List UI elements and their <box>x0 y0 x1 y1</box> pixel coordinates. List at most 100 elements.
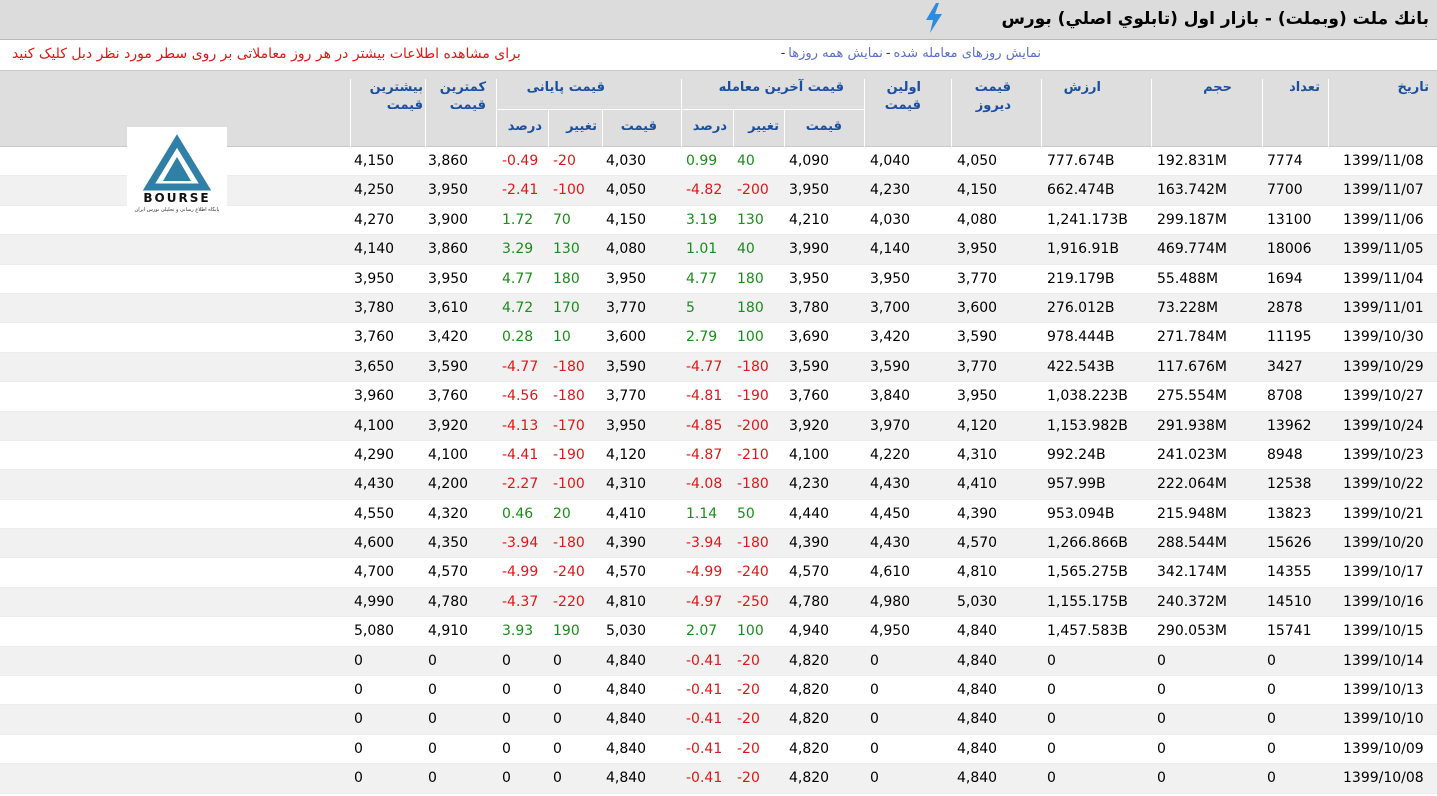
cell-low: 4,350 <box>428 535 469 552</box>
table-row[interactable]: 1399/10/20 15626 288.544M 1,266.866B 4,570 4,… <box>0 529 1437 559</box>
separator: - <box>885 46 891 61</box>
cell-close-price: 4,840 <box>606 711 647 728</box>
cell-close-change: 130 <box>553 241 580 258</box>
cell-date: 1399/11/08 <box>1343 153 1424 169</box>
table-row[interactable]: 1399/11/04 1694 55.488M 219.179B 3,770 3,950 3… <box>0 265 1437 294</box>
cell-close-pct: -4.77 <box>502 358 539 375</box>
table-row[interactable]: 1399/10/21 13823 215.948M 953.094B 4,390 4,45… <box>0 500 1437 530</box>
cell-date: 1399/11/05 <box>1343 241 1424 258</box>
table-row[interactable]: 1399/10/24 13962 291.938M 1,153.982B 4,120 3,… <box>0 411 1437 441</box>
header-close-change[interactable]: تغییر <box>548 109 602 148</box>
table-row[interactable]: 1399/10/29 3427 117.676M 422.543B 3,770 3,590… <box>0 352 1437 383</box>
cell-value: 1,457.583B <box>1047 623 1128 640</box>
cell-value: 1,155.175B <box>1047 593 1128 610</box>
cell-last-change: -180 <box>737 358 769 375</box>
header-last-change[interactable]: تغییر <box>733 109 784 148</box>
table-row[interactable]: 1399/10/22 12538 222.064M 957.99B 4,410 4,430… <box>0 470 1437 500</box>
cell-last-change: 100 <box>737 329 764 346</box>
separator: - <box>780 46 786 61</box>
cell-value: 0 <box>1047 770 1056 787</box>
cell-date: 1399/11/06 <box>1343 211 1424 228</box>
cell-first: 4,610 <box>870 564 911 581</box>
cell-last-change: -180 <box>737 476 769 493</box>
header-prev-price[interactable]: قیمت دیروز <box>951 79 1041 148</box>
header-last-percent[interactable]: درصد <box>681 109 733 148</box>
cell-first: 3,950 <box>870 270 911 287</box>
table-row[interactable]: 1399/11/01 2878 73.228M 276.012B 3,600 3,700 3… <box>0 293 1437 324</box>
cell-prev: 4,840 <box>957 740 998 757</box>
table-row[interactable]: 1399/10/23 8948 241.023M 992.24B 4,310 4,220 4… <box>0 441 1437 471</box>
table-row[interactable]: 1399/10/08 0 0 0 4,840 0 4,820 -20 -0.41 4,840 0 0 0… <box>0 764 1437 794</box>
cell-last-pct: -4.87 <box>686 446 723 463</box>
header-first-price[interactable]: اولین قیمت <box>864 79 951 148</box>
cell-low: 0 <box>428 740 437 757</box>
cell-close-change: -100 <box>553 476 585 493</box>
table-row[interactable]: 1399/10/30 11195 271.784M 978.444B 3,590 3,42… <box>0 323 1437 353</box>
header-close-price[interactable]: قیمت <box>602 109 681 148</box>
cell-last-price: 4,820 <box>789 711 830 728</box>
cell-low: 0 <box>428 652 437 669</box>
header-value[interactable]: ارزش <box>1041 79 1151 148</box>
cell-prev: 4,310 <box>957 446 998 463</box>
show-traded-days-link[interactable]: نمایش روزهای معامله شده <box>894 46 1041 61</box>
cell-count: 11195 <box>1267 329 1312 346</box>
cell-low: 3,900 <box>428 211 469 228</box>
page-title: بانك ملت (وبملت) - بازار اول (تابلوي اصل… <box>1001 9 1429 29</box>
cell-last-pct: -0.41 <box>686 652 723 669</box>
table-row[interactable]: 1399/10/17 14355 342.174M 1,565.275B 4,810 4,… <box>0 558 1437 588</box>
cell-last-price: 4,090 <box>789 153 830 169</box>
cell-high: 3,760 <box>354 329 395 346</box>
cell-high: 0 <box>354 652 363 669</box>
table-row[interactable]: 1399/10/09 0 0 0 4,840 0 4,820 -20 -0.41 4,840 0 0 0… <box>0 735 1437 765</box>
show-all-days-link[interactable]: نمایش همه روزها <box>788 46 883 61</box>
cell-close-pct: -4.37 <box>502 593 539 610</box>
cell-value: 662.474B <box>1047 182 1115 199</box>
cell-date: 1399/11/01 <box>1343 299 1424 316</box>
cell-close-price: 4,570 <box>606 564 647 581</box>
cell-last-price: 4,440 <box>789 505 830 522</box>
cell-prev: 4,840 <box>957 770 998 787</box>
cell-close-price: 4,150 <box>606 211 647 228</box>
cell-last-pct: 4.77 <box>686 270 718 287</box>
header-count[interactable]: تعداد <box>1262 79 1328 148</box>
cell-close-pct: 4.72 <box>502 299 534 316</box>
cell-last-change: 180 <box>737 270 764 287</box>
cell-close-price: 3,590 <box>606 358 647 375</box>
cell-first: 3,700 <box>870 299 911 316</box>
header-date[interactable]: تاریخ <box>1328 79 1437 148</box>
cell-close-pct: 0 <box>502 711 511 728</box>
cell-last-change: -20 <box>737 682 760 699</box>
cell-close-price: 3,600 <box>606 329 647 346</box>
cell-date: 1399/10/15 <box>1343 623 1424 640</box>
header-last-trade-group: قیمت آخرین معامله <box>681 79 864 109</box>
cell-volume: 0 <box>1157 770 1166 787</box>
cell-last-change: -200 <box>737 417 769 434</box>
cell-volume: 271.784M <box>1157 329 1227 346</box>
cell-value: 219.179B <box>1047 270 1115 287</box>
bourse-logo-icon <box>142 134 212 191</box>
header-last-price[interactable]: قیمت <box>784 109 864 148</box>
table-row[interactable]: 1399/10/14 0 0 0 4,840 0 4,820 -20 -0.41 4,840 0 0 0… <box>0 646 1437 677</box>
table-row[interactable]: 1399/11/05 18006 469.774M 1,916.91B 3,950 4,1… <box>0 235 1437 265</box>
header-volume[interactable]: حجم <box>1151 79 1262 148</box>
table-row[interactable]: 1399/10/15 15741 290.053M 1,457.583B 4,840 4,… <box>0 617 1437 647</box>
cell-volume: 291.938M <box>1157 417 1227 434</box>
cell-value: 0 <box>1047 740 1056 757</box>
table-row[interactable]: 1399/10/27 8708 275.554M 1,038.223B 3,950 3,8… <box>0 382 1437 412</box>
cell-high: 0 <box>354 682 363 699</box>
header-low-price[interactable]: کمترین قیمت <box>425 79 496 148</box>
header-high-price[interactable]: بیشترین قیمت <box>350 79 425 148</box>
table-row[interactable]: 1399/10/13 0 0 0 4,840 0 4,820 -20 -0.41 4,840 0 0 0… <box>0 676 1437 706</box>
cell-last-pct: -0.41 <box>686 740 723 757</box>
cell-last-pct: -0.41 <box>686 770 723 787</box>
cell-count: 15741 <box>1267 623 1312 640</box>
cell-low: 3,920 <box>428 417 469 434</box>
header-close-percent[interactable]: درصد <box>496 109 548 148</box>
table-row[interactable]: 1399/10/10 0 0 0 4,840 0 4,820 -20 -0.41 4,840 0 0 0… <box>0 705 1437 735</box>
cell-last-price: 3,690 <box>789 329 830 346</box>
cell-volume: 55.488M <box>1157 270 1219 287</box>
table-row[interactable]: 1399/10/16 14510 240.372M 1,155.175B 5,030 4,… <box>0 587 1437 618</box>
cell-close-pct: -2.27 <box>502 476 539 493</box>
cell-last-price: 4,230 <box>789 476 830 493</box>
cell-low: 3,760 <box>428 388 469 405</box>
